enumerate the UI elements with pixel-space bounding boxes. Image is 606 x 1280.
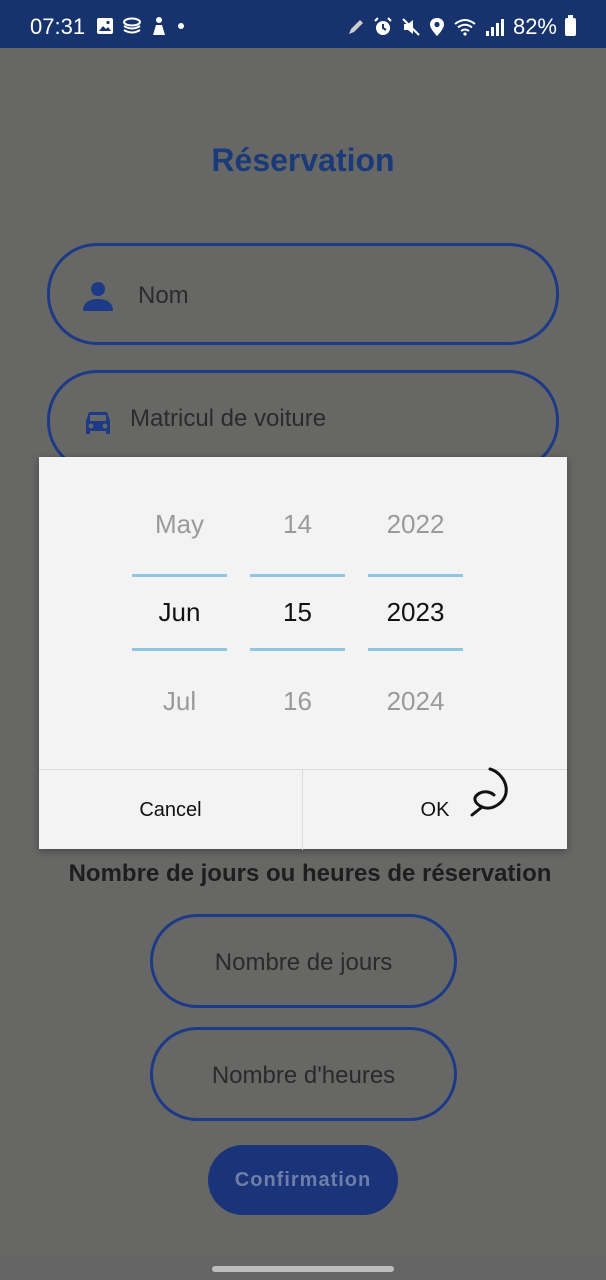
year-selected[interactable]: 2023 — [368, 597, 463, 628]
battery-percent: 82% — [512, 14, 557, 39]
mute-icon — [402, 18, 420, 36]
name-field-placeholder: Nom — [138, 282, 189, 309]
battery-icon — [565, 15, 576, 36]
selection-line — [132, 648, 227, 651]
ok-button[interactable]: OK — [303, 770, 567, 850]
day-selected[interactable]: 15 — [250, 597, 345, 628]
year-prev[interactable]: 2022 — [368, 509, 463, 540]
selection-line — [368, 648, 463, 651]
person-icon — [83, 282, 113, 311]
cancel-button[interactable]: Cancel — [39, 770, 302, 850]
page-title: Réservation — [211, 142, 395, 178]
month-next[interactable]: Jul — [132, 686, 227, 717]
stack-icon — [123, 17, 141, 34]
month-prev[interactable]: May — [132, 509, 227, 540]
day-next[interactable]: 16 — [250, 686, 345, 717]
car-icon — [86, 412, 110, 434]
year-next[interactable]: 2024 — [368, 686, 463, 717]
day-prev[interactable]: 14 — [250, 509, 345, 540]
selection-line — [368, 574, 463, 577]
touch-scribble-icon — [470, 767, 508, 817]
name-field[interactable]: Nom — [47, 243, 559, 345]
hours-field[interactable]: Nombre d'heures — [150, 1027, 457, 1121]
month-selected[interactable]: Jun — [132, 597, 227, 628]
pen-icon — [348, 20, 363, 34]
signal-icon — [485, 19, 504, 36]
selection-line — [250, 648, 345, 651]
hours-field-placeholder: Nombre d'heures — [211, 1062, 396, 1089]
days-field[interactable]: Nombre de jours — [150, 914, 457, 1008]
dot-icon — [178, 23, 184, 29]
location-icon — [429, 18, 444, 36]
selection-line — [132, 574, 227, 577]
plate-field-placeholder: Matricul de voiture — [130, 405, 327, 432]
confirm-button[interactable]: Confirmation — [208, 1145, 398, 1215]
date-picker-dialog: May Jun Jul 14 15 16 2022 2023 2024 Canc… — [39, 457, 567, 850]
selection-line — [250, 574, 345, 577]
figure-icon — [153, 17, 165, 35]
days-field-placeholder: Nombre de jours — [214, 949, 393, 976]
home-handle[interactable] — [212, 1266, 394, 1272]
status-time: 07:31 — [30, 14, 86, 39]
image-icon — [97, 18, 113, 34]
alarm-icon — [374, 17, 392, 35]
wifi-icon — [454, 19, 476, 36]
duration-label: Nombre de jours ou heures de réservation — [68, 860, 552, 887]
status-bar: 07:31 82% — [0, 0, 606, 48]
